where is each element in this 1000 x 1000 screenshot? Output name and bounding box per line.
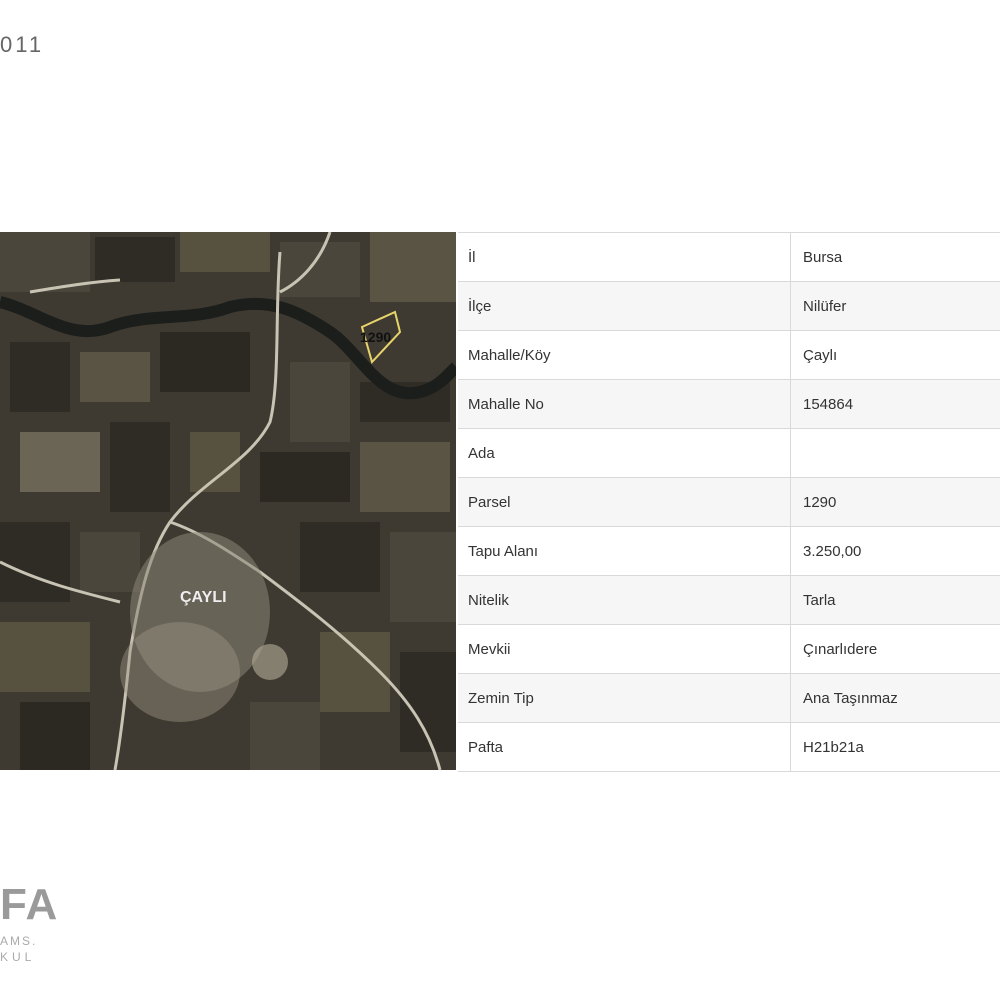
row-value: Nilüfer: [790, 281, 1000, 331]
table-row: Ada: [458, 428, 1000, 478]
row-value: Bursa: [790, 232, 1000, 282]
row-key: Mahalle No: [458, 379, 791, 429]
table-row: Zemin Tip Ana Taşınmaz: [458, 673, 1000, 723]
row-value: [790, 428, 1000, 478]
row-value: H21b21a: [790, 722, 1000, 772]
satellite-map[interactable]: ÇAYLI 1290: [0, 232, 456, 770]
row-key: Mahalle/Köy: [458, 330, 791, 380]
table-row: Parsel 1290: [458, 477, 1000, 527]
row-value: Ana Taşınmaz: [790, 673, 1000, 723]
row-key: Pafta: [458, 722, 791, 772]
table-row: İlçe Nilüfer: [458, 281, 1000, 331]
parcel-info-table: İl Bursa İlçe Nilüfer Mahalle/Köy Çaylı Mah…: [458, 232, 1000, 772]
logo-main-text: FA: [0, 880, 59, 929]
row-key: İl: [458, 232, 791, 282]
row-key: Nitelik: [458, 575, 791, 625]
row-value: 3.250,00: [790, 526, 1000, 576]
table-row: Pafta H21b21a: [458, 722, 1000, 772]
table-row: Mahalle/Köy Çaylı: [458, 330, 1000, 380]
row-value: 154864: [790, 379, 1000, 429]
row-key: Parsel: [458, 477, 791, 527]
row-key: Mevkii: [458, 624, 791, 674]
table-row: Mevkii Çınarlıdere: [458, 624, 1000, 674]
parcel-label: 1290: [360, 329, 391, 345]
village-label: ÇAYLI: [180, 589, 227, 606]
row-value: Tarla: [790, 575, 1000, 625]
row-value: Çaylı: [790, 330, 1000, 380]
row-key: Ada: [458, 428, 791, 478]
map-image: ÇAYLI 1290: [0, 232, 456, 770]
row-value: Çınarlıdere: [790, 624, 1000, 674]
row-key: Zemin Tip: [458, 673, 791, 723]
logo-sub-text: AMS.: [0, 934, 38, 948]
table-row: Nitelik Tarla: [458, 575, 1000, 625]
table-row: İl Bursa: [458, 232, 1000, 282]
row-value: 1290: [790, 477, 1000, 527]
logo-sub-text-2: KUL: [0, 950, 36, 964]
table-row: Mahalle No 154864: [458, 379, 1000, 429]
row-key: Tapu Alanı: [458, 526, 791, 576]
page-code-fragment: 011: [0, 32, 45, 57]
row-key: İlçe: [458, 281, 791, 331]
company-logo: FA AMS. KUL: [0, 880, 70, 970]
table-row: Tapu Alanı 3.250,00: [458, 526, 1000, 576]
